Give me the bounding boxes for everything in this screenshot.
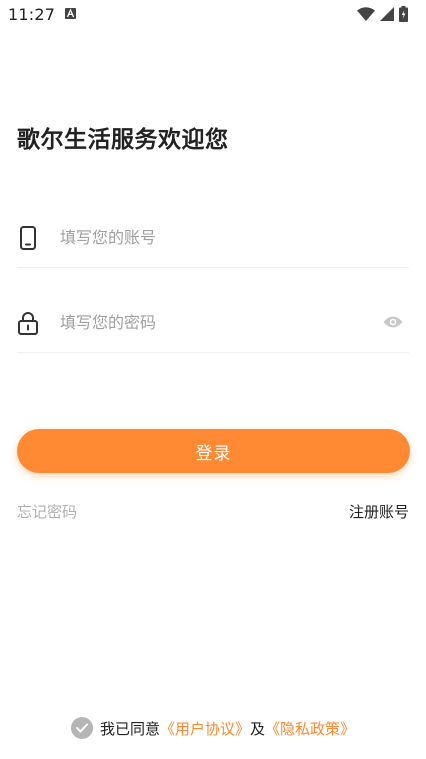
account-field bbox=[17, 212, 409, 268]
agree-checkbox[interactable] bbox=[70, 717, 93, 739]
status-indicators bbox=[357, 6, 408, 22]
password-input[interactable] bbox=[60, 307, 360, 337]
register-link[interactable]: 注册账号 bbox=[349, 501, 409, 522]
eye-icon[interactable] bbox=[383, 315, 403, 329]
lock-icon bbox=[18, 312, 38, 335]
agreement-conjunction: 及 bbox=[250, 719, 266, 738]
forgot-password-link[interactable]: 忘记密码 bbox=[17, 501, 77, 522]
account-input[interactable] bbox=[60, 222, 360, 252]
cell-signal-icon bbox=[380, 7, 394, 21]
password-field bbox=[17, 297, 409, 353]
agreement-row: 我已同意 《用户协议》 及 《隐私政策》 bbox=[0, 717, 426, 739]
notification-a-icon bbox=[65, 8, 76, 19]
user-agreement-link[interactable]: 《用户协议》 bbox=[160, 718, 250, 739]
battery-icon bbox=[399, 6, 408, 22]
login-button[interactable]: 登录 bbox=[17, 429, 410, 473]
privacy-policy-link[interactable]: 《隐私政策》 bbox=[265, 718, 355, 739]
wifi-icon bbox=[357, 7, 375, 21]
status-time: 11:27 bbox=[8, 5, 56, 24]
phone-icon bbox=[20, 226, 36, 250]
status-bar: 11:27 bbox=[0, 0, 426, 30]
check-circle-icon bbox=[75, 723, 88, 733]
page-title: 歌尔生活服务欢迎您 bbox=[17, 127, 229, 153]
agreement-prefix: 我已同意 bbox=[99, 719, 160, 738]
